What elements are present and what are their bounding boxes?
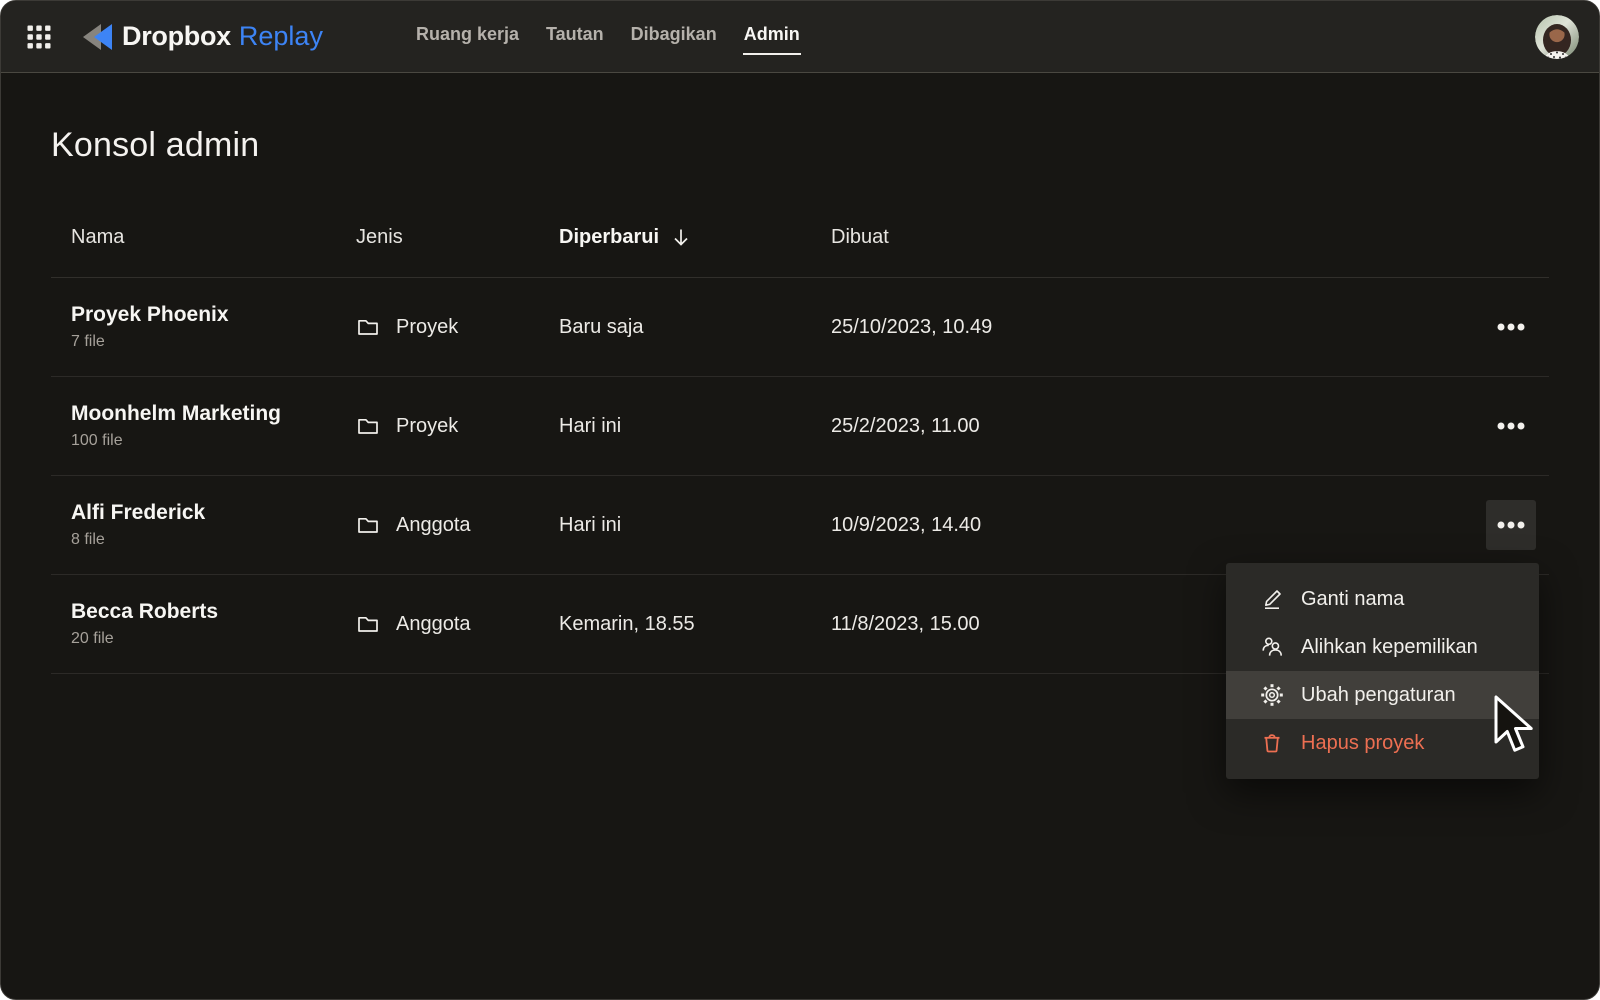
menu-item-ganti-nama[interactable]: Ganti nama	[1226, 575, 1539, 623]
cell-created: 10/9/2023, 14.40	[831, 513, 982, 536]
cell-updated: Kemarin, 18.55	[559, 612, 695, 635]
folder-icon	[358, 418, 378, 434]
table-row[interactable]: Proyek Phoenix 7 file Proyek Baru saja 2…	[51, 278, 1549, 377]
cell-type: Anggota	[356, 612, 559, 636]
row-menu-button[interactable]	[1486, 302, 1536, 352]
cell-name: Moonhelm Marketing 100 file	[51, 402, 356, 450]
cell-type: Anggota	[356, 513, 559, 537]
project-name: Becca Roberts	[71, 600, 219, 623]
transfer-ownership-icon	[1260, 635, 1284, 659]
menu-item-ubah-pengaturan[interactable]: Ubah pengaturan	[1226, 671, 1539, 719]
type-label: Anggota	[396, 612, 471, 635]
arrow-down-icon	[674, 229, 688, 246]
cell-created: 25/2/2023, 11.00	[831, 414, 980, 437]
brand-word-replay: Replay	[238, 21, 323, 51]
type-label: Proyek	[396, 414, 459, 437]
column-header-diperbarui-label: Diperbarui	[559, 226, 660, 248]
cell-updated: Hari ini	[559, 513, 622, 536]
nav-item-ruang-kerja[interactable]: Ruang kerja	[415, 16, 520, 57]
replay-admin-window: Dropbox Replay Ruang kerja Tautan Dibagika…	[0, 0, 1600, 1000]
column-header-diperbarui[interactable]: Diperbarui	[559, 226, 831, 248]
row-menu-button[interactable]	[1486, 401, 1536, 451]
column-header-jenis[interactable]: Jenis	[356, 226, 559, 248]
file-count: 20 file	[71, 630, 114, 647]
menu-item-label: Alihkan kepemilikan	[1301, 635, 1478, 658]
nav-item-admin[interactable]: Admin	[742, 16, 801, 57]
page-title: Konsol admin	[51, 126, 260, 164]
type-label: Anggota	[396, 513, 471, 536]
replay-rewind-icon	[83, 23, 112, 50]
nav-item-tautan[interactable]: Tautan	[545, 16, 605, 57]
menu-item-label: Ganti nama	[1301, 587, 1405, 610]
trash-icon	[1260, 731, 1284, 755]
cell-name: Proyek Phoenix 7 file	[51, 303, 356, 351]
apps-grid-icon[interactable]	[27, 25, 51, 49]
folder-icon	[358, 616, 378, 632]
cell-actions	[1486, 302, 1549, 352]
menu-item-label: Hapus proyek	[1301, 731, 1425, 754]
type-label: Proyek	[396, 315, 459, 338]
row-menu-button[interactable]	[1486, 500, 1536, 550]
menu-item-alihkan-kepemilikan[interactable]: Alihkan kepemilikan	[1226, 623, 1539, 671]
row-context-menu: Ganti nama Alihkan kepemilikan Ubah peng…	[1226, 563, 1539, 779]
cell-created: 25/10/2023, 10.49	[831, 315, 993, 338]
cell-type: Proyek	[356, 315, 559, 339]
pencil-icon	[1260, 587, 1284, 611]
top-bar: Dropbox Replay Ruang kerja Tautan Dibagika…	[1, 1, 1599, 73]
gear-icon	[1260, 683, 1284, 707]
avatar-photo	[1535, 14, 1579, 59]
cell-actions	[1486, 401, 1549, 451]
menu-item-hapus-proyek[interactable]: Hapus proyek	[1226, 719, 1539, 767]
apps-grid-icon-glyph	[27, 25, 51, 48]
brand-word-dropbox: Dropbox	[122, 21, 231, 51]
dropbox-replay-logo[interactable]: Dropbox Replay	[79, 21, 323, 52]
cell-updated: Baru saja	[559, 315, 644, 338]
project-name: Moonhelm Marketing	[71, 402, 282, 425]
folder-icon	[358, 517, 378, 533]
ellipsis-icon	[1497, 521, 1525, 529]
cell-name: Becca Roberts 20 file	[51, 600, 356, 648]
table-header-row: Nama Jenis Diperbarui Dibuat	[51, 226, 1549, 278]
ellipsis-icon	[1497, 323, 1525, 331]
column-header-nama[interactable]: Nama	[51, 226, 356, 248]
column-header-dibuat[interactable]: Dibuat	[831, 226, 1486, 248]
ellipsis-icon	[1497, 422, 1525, 430]
nav-item-dibagikan[interactable]: Dibagikan	[630, 16, 718, 57]
cell-updated: Hari ini	[559, 414, 622, 437]
cell-actions	[1486, 500, 1549, 550]
project-name: Alfi Frederick	[71, 501, 206, 524]
project-name: Proyek Phoenix	[71, 303, 229, 326]
file-count: 7 file	[71, 333, 105, 350]
file-count: 100 file	[71, 432, 123, 449]
main-nav: Ruang kerja Tautan Dibagikan Admin	[415, 16, 801, 57]
menu-item-label: Ubah pengaturan	[1301, 683, 1456, 706]
folder-icon	[358, 319, 378, 335]
user-avatar[interactable]	[1535, 14, 1579, 59]
table-row[interactable]: Alfi Frederick 8 file Anggota Hari ini 1…	[51, 476, 1549, 575]
table-row[interactable]: Moonhelm Marketing 100 file Proyek Hari …	[51, 377, 1549, 476]
cell-name: Alfi Frederick 8 file	[51, 501, 356, 549]
file-count: 8 file	[71, 531, 105, 548]
cell-type: Proyek	[356, 414, 559, 438]
